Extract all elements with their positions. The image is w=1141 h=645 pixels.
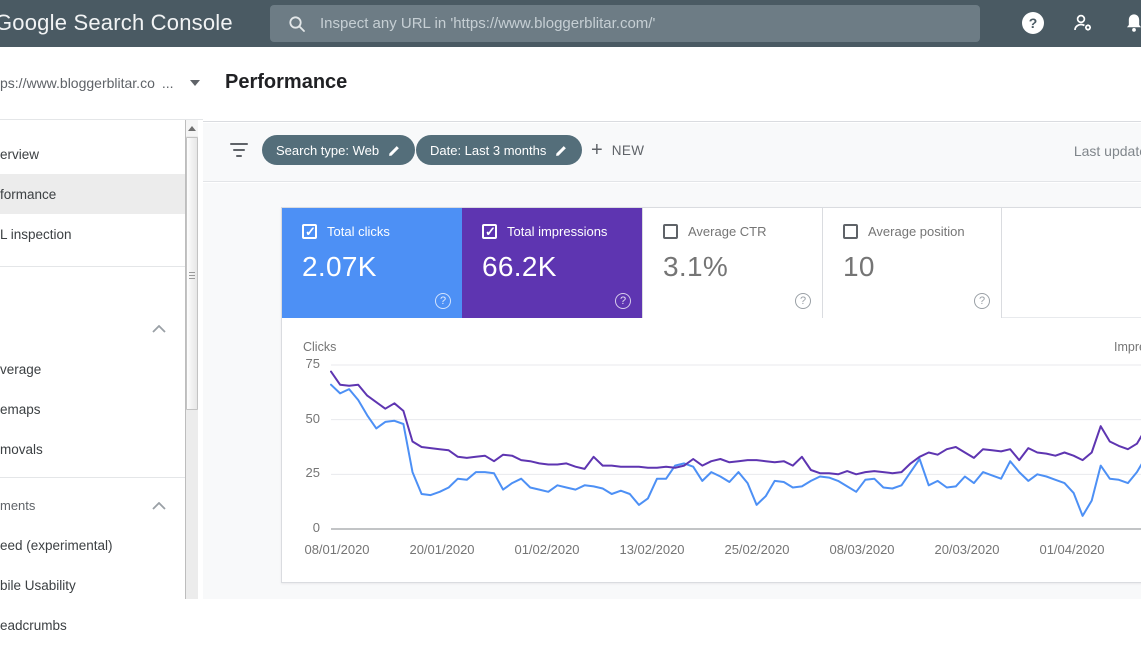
- performance-line-chart: [330, 364, 1141, 530]
- dropdown-caret-icon: [189, 80, 200, 86]
- help-icon[interactable]: [1020, 10, 1046, 36]
- tile-label: Average CTR: [688, 224, 767, 239]
- logo-product-text: Search Console: [67, 10, 233, 35]
- notifications-icon[interactable]: [1121, 10, 1141, 36]
- main-header: Performance: [203, 47, 1141, 122]
- app-logo: Google Search Console: [0, 10, 233, 36]
- nav-label: movals: [0, 441, 43, 457]
- sidebar-item-url-inspection[interactable]: L inspection: [0, 214, 185, 254]
- property-url-ellipsis: ...: [161, 75, 174, 91]
- x-axis-tick: 20/01/2020: [409, 542, 475, 557]
- search-console-performance-page: { "topbar": { "logo_text_bold": "Google"…: [0, 0, 1141, 633]
- sidebar-item-performance[interactable]: formance: [0, 174, 185, 214]
- left-axis-title: Clicks: [303, 340, 337, 354]
- sidebar-item-removals[interactable]: movals: [0, 429, 185, 469]
- checkbox-total-impressions[interactable]: [482, 224, 497, 240]
- url-inspect-input[interactable]: [320, 15, 980, 32]
- x-axis-tick: 01/02/2020: [514, 542, 580, 557]
- tile-value: 66.2K: [482, 251, 557, 282]
- edit-pencil-icon: [555, 144, 568, 157]
- property-url: ps://www.bloggerblitar.co: [0, 75, 155, 91]
- nav-label: ments: [0, 497, 36, 513]
- x-axis-tick: 13/02/2020: [619, 542, 685, 557]
- scrollbar-thumb[interactable]: [186, 137, 198, 410]
- tile-value: 10: [843, 251, 875, 282]
- x-axis-tick: 20/03/2020: [934, 542, 1000, 557]
- tile-total-clicks[interactable]: Total clicks 2.07K: [282, 208, 462, 318]
- y-axis-tick: 75: [305, 356, 320, 371]
- nav-label: L inspection: [0, 226, 72, 242]
- property-selector[interactable]: ps://www.bloggerblitar.co ...: [0, 47, 203, 120]
- sidebar-item-speed-experimental[interactable]: eed (experimental): [0, 525, 185, 565]
- tile-average-position[interactable]: Average position 10: [822, 208, 1002, 318]
- x-axis-tick: 01/04/2020: [1039, 542, 1105, 557]
- tile-total-impressions[interactable]: Total impressions 66.2K: [462, 208, 642, 318]
- help-circle-icon[interactable]: [435, 293, 451, 309]
- help-circle-icon[interactable]: [795, 293, 811, 309]
- sidebar-item-sitemaps[interactable]: emaps: [0, 389, 185, 429]
- tile-label: Average position: [868, 224, 965, 239]
- sidebar-divider: [0, 266, 185, 267]
- nav-label: erview: [0, 146, 40, 162]
- x-axis-tick: 08/01/2020: [304, 542, 370, 557]
- chip-label: Search type: Web: [276, 142, 380, 158]
- help-circle-icon[interactable]: [615, 293, 631, 309]
- sidebar-item-breadcrumbs[interactable]: eadcrumbs: [0, 605, 185, 645]
- sidebar-item-coverage[interactable]: verage: [0, 349, 185, 389]
- new-filter-label: NEW: [611, 142, 645, 158]
- checkbox-average-position[interactable]: [843, 224, 858, 239]
- sidebar-item-overview[interactable]: erview: [0, 134, 185, 174]
- nav-label: verage: [0, 361, 42, 377]
- edit-pencil-icon: [388, 144, 401, 157]
- sidebar-divider: [0, 477, 185, 478]
- x-axis-tick: 25/02/2020: [724, 542, 790, 557]
- nav-label: eadcrumbs: [0, 617, 67, 633]
- scrollbar-grip: [189, 272, 195, 281]
- filter-icon[interactable]: [230, 143, 248, 161]
- right-axis-title: Impre: [1114, 340, 1141, 354]
- plus-icon: +: [591, 139, 603, 161]
- filter-bar: Search type: Web Date: Last 3 months + N…: [203, 123, 1141, 182]
- sidebar-scrollbar[interactable]: [185, 120, 198, 599]
- last-update-text: Last update: [1073, 143, 1141, 159]
- tile-label: Total impressions: [507, 224, 608, 239]
- sidebar-item-mobile-usability[interactable]: bile Usability: [0, 565, 185, 605]
- chip-label: Date: Last 3 months: [430, 142, 547, 158]
- sidebar-section-index[interactable]: [0, 308, 185, 348]
- y-axis-tick: 25: [305, 465, 320, 480]
- tile-average-ctr[interactable]: Average CTR 3.1%: [642, 208, 822, 318]
- tile-value: 3.1%: [663, 251, 729, 282]
- x-axis-tick: 08/03/2020: [829, 542, 895, 557]
- x-axis-labels: 08/01/2020 20/01/2020 01/02/2020 13/02/2…: [304, 542, 1141, 558]
- new-filter-button[interactable]: + NEW: [591, 135, 644, 165]
- search-type-chip[interactable]: Search type: Web: [262, 135, 416, 165]
- nav-label: formance: [0, 186, 57, 202]
- chevron-up-icon[interactable]: [152, 498, 166, 513]
- nav-label: eed (experimental): [0, 537, 113, 553]
- help-question-glyph: [1022, 12, 1044, 34]
- y-axis-tick: 50: [305, 411, 320, 426]
- performance-card: Total clicks 2.07K Total impressions 66.…: [281, 207, 1141, 583]
- sidebar: ps://www.bloggerblitar.co ... erview for…: [0, 47, 203, 633]
- logo-google-text: Google: [0, 10, 68, 35]
- url-inspect-searchbox[interactable]: [270, 5, 980, 42]
- tile-value: 2.07K: [302, 251, 377, 282]
- scrollbar-up-arrow[interactable]: [186, 120, 198, 136]
- top-app-bar: Google Search Console: [0, 0, 1141, 47]
- help-circle-icon[interactable]: [974, 293, 990, 309]
- checkbox-total-clicks[interactable]: [302, 224, 317, 240]
- nav-label: bile Usability: [0, 577, 76, 593]
- metric-tiles-row: Total clicks 2.07K Total impressions 66.…: [282, 208, 1141, 318]
- user-settings-icon[interactable]: [1070, 10, 1096, 36]
- nav-label: emaps: [0, 401, 41, 417]
- sidebar-section-enhancements[interactable]: ments: [0, 485, 185, 525]
- page-title: Performance: [225, 71, 348, 93]
- tile-label: Total clicks: [327, 224, 390, 239]
- chevron-up-icon[interactable]: [152, 321, 166, 336]
- checkbox-average-ctr[interactable]: [663, 224, 678, 239]
- search-icon: [288, 15, 306, 33]
- date-range-chip[interactable]: Date: Last 3 months: [416, 135, 583, 165]
- y-axis-tick: 0: [312, 520, 320, 535]
